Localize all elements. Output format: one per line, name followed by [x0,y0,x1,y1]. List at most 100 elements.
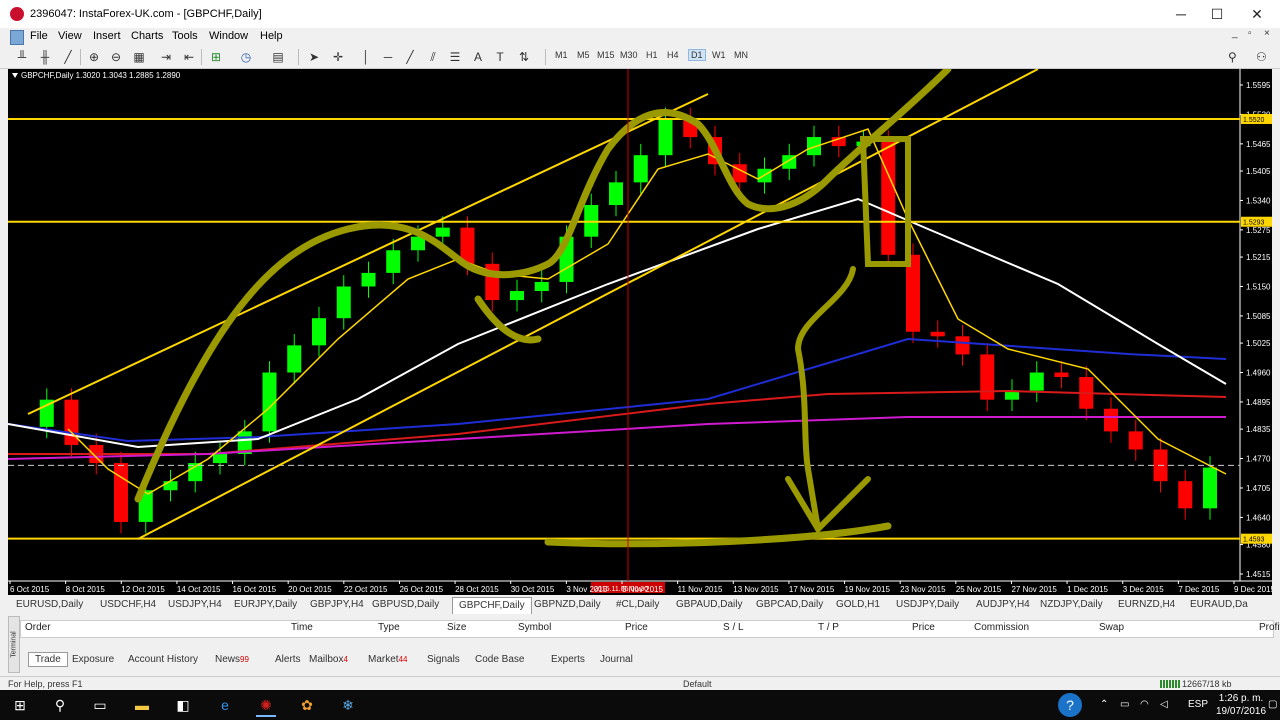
symbol-tab[interactable]: USDCHF,H4 [100,599,156,610]
mdi-restore-button[interactable]: ▫ [1248,28,1252,39]
edge-icon[interactable]: e [215,695,235,715]
mdi-minimize-button[interactable]: _ [1232,28,1238,39]
menu-insert[interactable]: Insert [93,30,121,42]
terminal-tab[interactable]: Signals [427,654,460,665]
menu-help[interactable]: Help [260,30,283,42]
clock[interactable]: 1:26 p. m. 19/07/2016 [1216,692,1266,718]
symbol-tab[interactable]: GBPCHF,Daily [452,597,532,614]
close-button[interactable]: ✕ [1234,0,1280,28]
zoom-out-icon[interactable]: ⊖ [108,49,124,65]
column-header[interactable]: T / P [818,622,839,633]
timeframe-m30[interactable]: M30 [620,50,638,60]
timeframe-m15[interactable]: M15 [597,50,615,60]
menu-tools[interactable]: Tools [172,30,198,42]
chart-canvas[interactable]: 1.55951.55301.54651.54051.53401.52751.52… [8,69,1272,595]
horizontal-line-icon[interactable]: ─ [380,49,396,65]
tray-volume-icon[interactable]: ◁ [1160,699,1168,710]
menu-view[interactable]: View [58,30,82,42]
symbol-tab[interactable]: GBPJPY,H4 [310,599,364,610]
timeframe-m5[interactable]: M5 [577,50,590,60]
symbol-tab[interactable]: USDJPY,Daily [896,599,959,610]
column-header[interactable]: Type [378,622,400,633]
symbol-tab[interactable]: AUDJPY,H4 [976,599,1030,610]
help-icon[interactable]: ? [1058,693,1082,717]
search-icon[interactable]: ⚲ [1228,50,1237,64]
terminal-tab[interactable]: Journal [600,654,633,665]
autoscroll-icon[interactable]: ⇤ [181,49,197,65]
tray-up-icon[interactable]: ⌃ [1100,699,1108,710]
text-icon[interactable]: A [470,49,486,65]
column-header[interactable]: Price [625,622,648,633]
line-chart-icon[interactable]: ╱ [60,49,76,65]
templates-icon[interactable]: ▤ [270,49,286,65]
terminal-tab[interactable]: Experts [551,654,585,665]
column-header[interactable]: Profit [1259,622,1280,633]
app-snowflake-icon[interactable]: ❄ [338,695,358,715]
tray-language[interactable]: ESP [1188,699,1208,710]
terminal-tab[interactable]: Market44 [368,654,407,665]
column-header[interactable]: Time [291,622,313,633]
arrows-icon[interactable]: ⇅ [516,49,532,65]
timeframe-h1[interactable]: H1 [646,50,658,60]
timeframe-w1[interactable]: W1 [712,50,726,60]
symbol-tab[interactable]: USDJPY,H4 [168,599,222,610]
symbol-tab[interactable]: GBPUSD,Daily [372,599,439,610]
menu-file[interactable]: File [30,30,48,42]
symbol-tab[interactable]: EURJPY,Daily [234,599,297,610]
mdi-close-button[interactable]: × [1264,28,1270,39]
terminal-tab[interactable]: News99 [215,654,249,665]
column-header[interactable]: Price [912,622,935,633]
cursor-icon[interactable]: ➤ [306,49,322,65]
symbol-tab[interactable]: NZDJPY,Daily [1040,599,1103,610]
symbol-tab[interactable]: GBPCAD,Daily [756,599,823,610]
channel-icon[interactable]: ⫽ [425,49,441,65]
windows-start-icon[interactable]: ⊞ [10,695,30,715]
periods-icon[interactable]: ◷ [238,49,254,65]
tile-windows-icon[interactable]: ▦ [131,49,147,65]
vertical-line-icon[interactable]: │ [358,49,374,65]
tray-network-icon[interactable]: ▭ [1120,699,1129,710]
column-header[interactable]: Commission [974,622,1029,633]
store-icon[interactable]: ◧ [173,695,193,715]
menu-charts[interactable]: Charts [131,30,163,42]
column-header[interactable]: Size [447,622,466,633]
task-view-icon[interactable]: ▭ [90,695,110,715]
tray-wifi-icon[interactable]: ◠ [1140,699,1149,710]
text-label-icon[interactable]: T [492,49,508,65]
terminal-tab[interactable]: Trade [28,652,68,667]
column-header[interactable]: Order [25,622,51,633]
bar-chart-icon[interactable]: ╨ [14,49,30,65]
timeframe-m1[interactable]: M1 [555,50,568,60]
terminal-tab[interactable]: Mailbox4 [309,654,348,665]
terminal-tab[interactable]: Exposure [72,654,114,665]
timeframe-h4[interactable]: H4 [667,50,679,60]
symbol-tab[interactable]: EURNZD,H4 [1118,599,1175,610]
fibonacci-icon[interactable]: ☰ [447,49,463,65]
symbol-tab[interactable]: GBPAUD,Daily [676,599,743,610]
trendline-icon[interactable]: ╱ [402,49,418,65]
column-header[interactable]: S / L [723,622,744,633]
indicators-icon[interactable]: ⊞ [208,49,224,65]
timeframe-d1[interactable]: D1 [688,49,706,61]
candlestick-icon[interactable]: ╫ [37,49,53,65]
zoom-in-icon[interactable]: ⊕ [86,49,102,65]
terminal-sidebar[interactable]: Terminal [8,616,20,673]
notifications-icon[interactable]: ▢ [1268,699,1277,710]
app-flower-icon[interactable]: ✿ [297,695,317,715]
symbol-tab[interactable]: #CL,Daily [616,599,659,610]
metatrader-icon[interactable]: ✺ [256,695,276,717]
crosshair-icon[interactable]: ✛ [330,49,346,65]
symbol-tab[interactable]: GBPNZD,Daily [534,599,601,610]
terminal-tab[interactable]: Alerts [275,654,301,665]
timeframe-mn[interactable]: MN [734,50,748,60]
symbol-tab[interactable]: GOLD,H1 [836,599,880,610]
symbol-tab[interactable]: EURUSD,Daily [16,599,83,610]
file-explorer-icon[interactable]: ▬ [132,695,152,715]
column-header[interactable]: Swap [1099,622,1124,633]
terminal-tab[interactable]: Account History [128,654,198,665]
search-icon[interactable]: ⚲ [50,695,70,715]
account-icon[interactable]: ⚇ [1256,50,1267,64]
price-chart[interactable]: 1.55951.55301.54651.54051.53401.52751.52… [8,69,1272,595]
symbol-tab[interactable]: EURAUD,Da [1190,599,1248,610]
chart-shift-icon[interactable]: ⇥ [158,49,174,65]
